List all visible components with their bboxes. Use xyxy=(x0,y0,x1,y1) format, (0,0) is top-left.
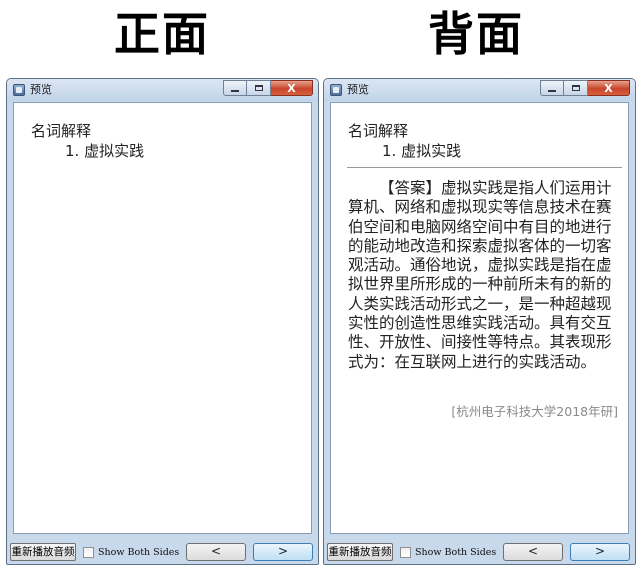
card-question: 1. 虚拟实践 xyxy=(382,142,462,160)
close-button[interactable]: X xyxy=(588,80,630,96)
window-title: 预览 xyxy=(347,83,369,96)
maximize-button[interactable] xyxy=(564,80,588,96)
card-category: 名词解释 xyxy=(348,122,409,140)
maximize-button[interactable] xyxy=(247,80,271,96)
window-controls: X xyxy=(540,80,630,97)
preview-window-front: 预览 X 名词解释 1. 虚拟实践 重新播放音频 Show Both Sides… xyxy=(6,78,319,565)
next-button[interactable]: > xyxy=(253,543,313,561)
title-bar[interactable]: 预览 X xyxy=(324,79,635,101)
close-button[interactable]: X xyxy=(271,80,313,96)
card-question: 1. 虚拟实践 xyxy=(65,142,145,160)
preview-window-back: 预览 X 名词解释 1. 虚拟实践 【答案】虚拟实践是指人们运用计算机、网络和虚… xyxy=(323,78,636,565)
card-category: 名词解释 xyxy=(31,122,92,140)
window-controls: X xyxy=(223,80,313,97)
minimize-button[interactable] xyxy=(540,80,564,96)
back-heading: 背面 xyxy=(428,7,524,61)
show-both-sides-label: Show Both Sides xyxy=(415,546,497,558)
minimize-icon xyxy=(231,89,239,92)
show-both-sides-checkbox[interactable] xyxy=(83,546,94,558)
prev-button[interactable]: < xyxy=(503,543,563,561)
footer-bar: 重新播放音频 Show Both Sides < > xyxy=(324,536,635,564)
title-bar[interactable]: 预览 X xyxy=(7,79,318,101)
app-icon xyxy=(330,84,342,96)
minimize-icon xyxy=(548,89,556,92)
replay-audio-button[interactable]: 重新播放音频 xyxy=(327,543,393,561)
show-both-sides-label: Show Both Sides xyxy=(98,546,180,558)
card-content: 名词解释 1. 虚拟实践 xyxy=(13,102,312,534)
footer-bar: 重新播放音频 Show Both Sides < > xyxy=(7,536,318,564)
next-button[interactable]: > xyxy=(570,543,630,561)
maximize-icon xyxy=(571,85,580,91)
minimize-button[interactable] xyxy=(223,80,247,96)
show-both-sides-toggle[interactable]: Show Both Sides xyxy=(83,544,179,560)
maximize-icon xyxy=(254,85,263,91)
replay-audio-button[interactable]: 重新播放音频 xyxy=(10,543,76,561)
app-icon xyxy=(13,84,25,96)
prev-button[interactable]: < xyxy=(186,543,246,561)
card-source: [杭州电子科技大学2018年研] xyxy=(451,404,618,419)
front-heading: 正面 xyxy=(114,7,210,61)
card-content: 名词解释 1. 虚拟实践 【答案】虚拟实践是指人们运用计算机、网络和虚拟现实等信… xyxy=(330,102,629,534)
answer-divider xyxy=(347,167,622,168)
show-both-sides-toggle[interactable]: Show Both Sides xyxy=(400,544,496,560)
window-title: 预览 xyxy=(30,83,52,96)
card-answer: 【答案】虚拟实践是指人们运用计算机、网络和虚拟现实等信息技术在赛伯空间和电脑网络… xyxy=(348,179,612,371)
show-both-sides-checkbox[interactable] xyxy=(400,546,411,558)
